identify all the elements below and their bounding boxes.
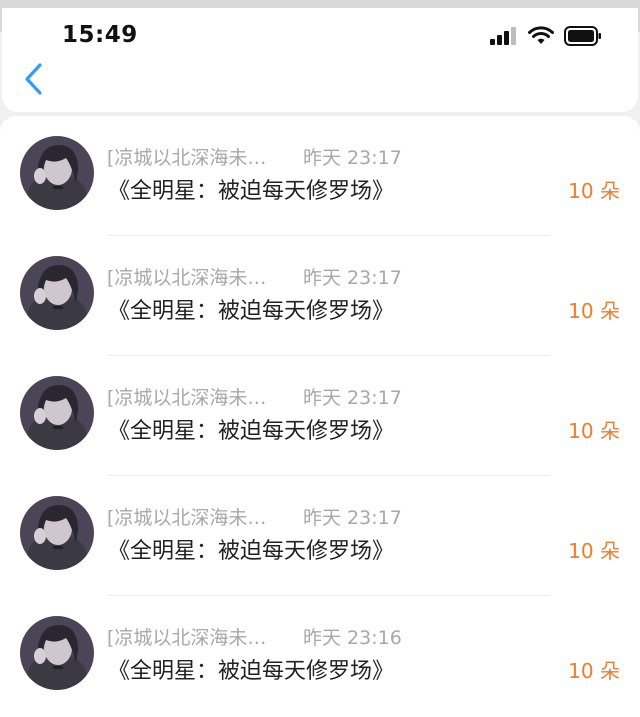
avatar[interactable] <box>20 136 94 210</box>
list-item[interactable]: [凉城以北深海未… 昨天 23:17 《全明星：被迫每天修罗场》 10 朵 <box>0 236 640 356</box>
gift-amount: 10 朵 <box>568 659 620 683</box>
sender-name: [凉城以北深海未… <box>107 626 267 649</box>
gift-amount: 10 朵 <box>568 539 620 563</box>
avatar[interactable] <box>20 616 94 690</box>
status-icons <box>490 26 602 50</box>
avatar[interactable] <box>20 376 94 450</box>
battery-icon <box>564 26 602 50</box>
book-title: 《全明星：被迫每天修罗场》 <box>108 179 395 204</box>
gift-amount: 10 朵 <box>568 179 620 203</box>
book-title: 《全明星：被迫每天修罗场》 <box>108 419 395 444</box>
sender-name: [凉城以北深海未… <box>107 386 267 409</box>
record-time: 昨天 23:16 <box>303 626 402 649</box>
record-time: 昨天 23:17 <box>303 386 402 409</box>
record-time: 昨天 23:17 <box>303 146 402 169</box>
record-meta: [凉城以北深海未… 昨天 23:17 <box>107 143 402 169</box>
status-time: 15:49 <box>62 22 138 48</box>
book-title: 《全明星：被迫每天修罗场》 <box>108 299 395 324</box>
record-time: 昨天 23:17 <box>303 266 402 289</box>
avatar[interactable] <box>20 256 94 330</box>
gift-record-list: [凉城以北深海未… 昨天 23:17 《全明星：被迫每天修罗场》 10 朵 [凉… <box>0 116 640 717</box>
list-item[interactable]: [凉城以北深海未… 昨天 23:17 《全明星：被迫每天修罗场》 10 朵 <box>0 476 640 596</box>
gift-amount: 10 朵 <box>568 419 620 443</box>
book-title: 《全明星：被迫每天修罗场》 <box>108 539 395 564</box>
book-title: 《全明星：被迫每天修罗场》 <box>108 659 395 684</box>
sender-name: [凉城以北深海未… <box>107 146 267 169</box>
sender-name: [凉城以北深海未… <box>107 506 267 529</box>
record-meta: [凉城以北深海未… 昨天 23:17 <box>107 383 402 409</box>
chevron-left-icon <box>25 63 42 95</box>
list-item[interactable]: [凉城以北深海未… 昨天 23:17 《全明星：被迫每天修罗场》 10 朵 <box>0 116 640 236</box>
nav-header: 15:49 <box>2 8 638 112</box>
cellular-signal-icon <box>490 27 518 49</box>
record-time: 昨天 23:17 <box>303 506 402 529</box>
wifi-icon <box>528 26 554 50</box>
avatar[interactable] <box>20 496 94 570</box>
back-button[interactable] <box>22 62 46 96</box>
record-meta: [凉城以北深海未… 昨天 23:16 <box>107 623 402 649</box>
record-meta: [凉城以北深海未… 昨天 23:17 <box>107 503 402 529</box>
list-item[interactable]: [凉城以北深海未… 昨天 23:16 《全明星：被迫每天修罗场》 10 朵 <box>0 596 640 716</box>
list-item[interactable]: [凉城以北深海未… 昨天 23:17 《全明星：被迫每天修罗场》 10 朵 <box>0 356 640 476</box>
record-meta: [凉城以北深海未… 昨天 23:17 <box>107 263 402 289</box>
gift-amount: 10 朵 <box>568 299 620 323</box>
sender-name: [凉城以北深海未… <box>107 266 267 289</box>
